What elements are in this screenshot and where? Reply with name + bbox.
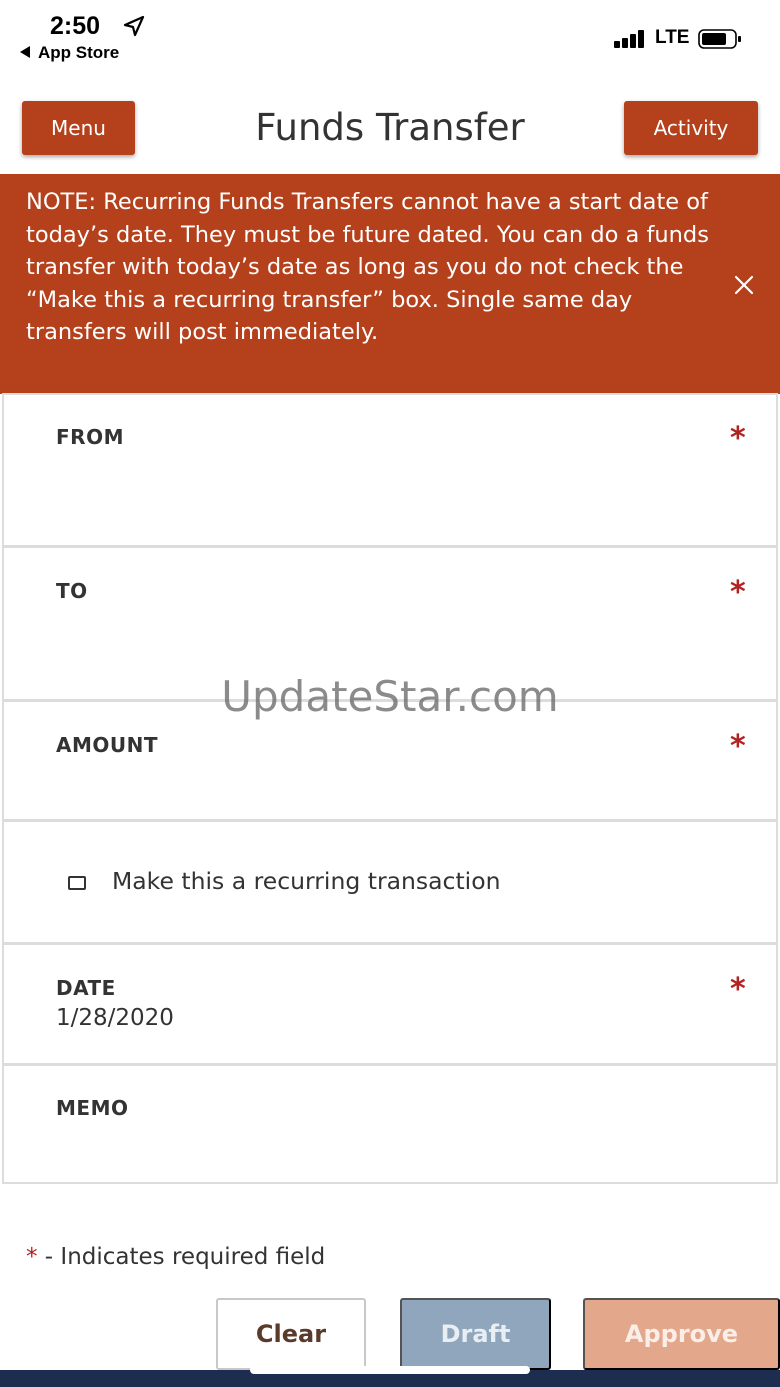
memo-label: MEMO [56, 1096, 129, 1120]
approve-button[interactable]: Approve [583, 1298, 780, 1370]
to-label: TO [56, 579, 88, 603]
clear-button[interactable]: Clear [216, 1298, 366, 1370]
back-app-label: App Store [38, 43, 120, 62]
from-field[interactable]: FROM * [2, 393, 778, 547]
status-time: 2:50 [50, 12, 101, 40]
back-arrow-icon [20, 46, 30, 58]
required-star: * [730, 575, 746, 610]
location-arrow-icon [123, 15, 145, 37]
network-type: LTE [655, 27, 690, 48]
recurring-checkbox[interactable] [68, 876, 86, 890]
recurring-label[interactable]: Make this a recurring transaction [112, 867, 500, 895]
date-value: 1/28/2020 [56, 1005, 174, 1031]
draft-button[interactable]: Draft [400, 1298, 551, 1370]
notice-text: NOTE: Recurring Funds Transfers cannot h… [26, 189, 709, 345]
legend-text: - Indicates required field [37, 1244, 326, 1270]
home-indicator[interactable] [250, 1366, 530, 1374]
battery-icon [698, 29, 741, 49]
to-field[interactable]: TO * [2, 546, 778, 701]
recurring-row: Make this a recurring transaction [2, 820, 778, 944]
required-legend: * - Indicates required field [26, 1244, 325, 1270]
menu-button[interactable]: Menu [22, 101, 135, 155]
legend-star: * [26, 1244, 38, 1270]
close-icon[interactable] [731, 272, 757, 298]
notice-banner: NOTE: Recurring Funds Transfers cannot h… [0, 174, 780, 394]
amount-label: AMOUNT [56, 733, 159, 757]
required-star: * [730, 972, 746, 1007]
memo-field[interactable]: MEMO [2, 1064, 778, 1184]
activity-button[interactable]: Activity [624, 101, 758, 155]
amount-field[interactable]: AMOUNT * [2, 700, 778, 821]
required-star: * [730, 421, 746, 456]
page-title: Funds Transfer [255, 106, 525, 149]
from-label: FROM [56, 425, 124, 449]
date-field[interactable]: DATE * 1/28/2020 [2, 943, 778, 1065]
back-to-app-link[interactable]: App Store [20, 43, 119, 63]
cellular-signal-icon [614, 28, 652, 48]
date-label: DATE [56, 976, 116, 1000]
status-bar: 2:50 App Store LTE [0, 0, 780, 80]
required-star: * [730, 729, 746, 764]
